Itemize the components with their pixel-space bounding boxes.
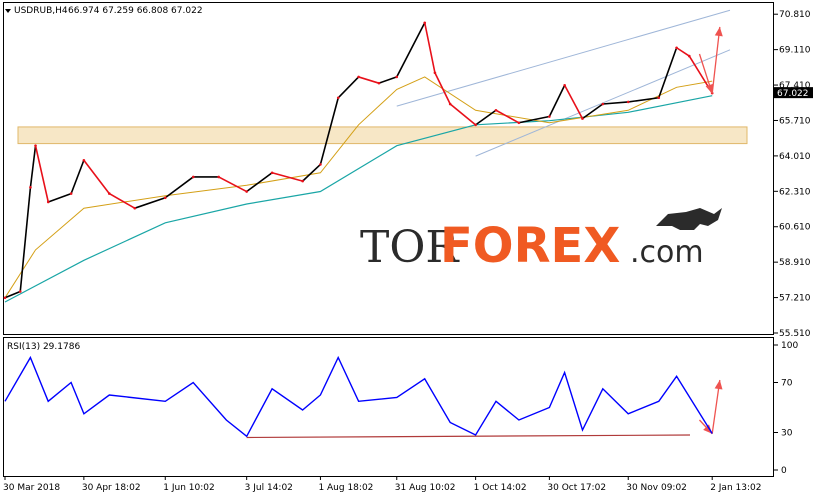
price-point — [563, 83, 566, 87]
rsi-header: RSI(13) 29.1786 — [7, 342, 80, 352]
price-point — [319, 163, 322, 166]
price-point — [377, 81, 381, 85]
price-point — [448, 102, 452, 106]
price-point — [301, 179, 304, 183]
rsi-tick-label: 100 — [781, 341, 798, 351]
rsi-panel — [3, 337, 774, 477]
price-y-axis: 70.81069.11067.41065.71064.01062.31060.6… — [774, 10, 811, 339]
price-tick-label: 55.510 — [779, 329, 811, 339]
price-point — [548, 115, 551, 118]
rsi-y-axis: 100 70 30 0 — [774, 341, 798, 476]
price-tick-label: 70.810 — [779, 10, 811, 20]
price-point — [601, 102, 605, 106]
price-point — [133, 206, 137, 210]
price-point — [69, 192, 73, 195]
price-point — [395, 75, 399, 79]
price-point — [657, 96, 661, 100]
price-point — [217, 175, 220, 179]
time-x-axis: 30 Mar 2018 30 Apr 18:02 1 Jun 10:02 3 Jul … — [3, 476, 761, 493]
rsi-tick-label: 30 — [781, 429, 793, 439]
price-point — [82, 158, 86, 162]
time-tick-label: 1 Aug 18:02 — [318, 483, 373, 493]
current-price-tag: 67.022 — [774, 87, 813, 99]
price-point — [581, 117, 584, 120]
price-point — [270, 171, 274, 175]
ohlc-values: 66.974 67.259 66.808 67.022 — [68, 6, 203, 16]
time-tick-label: 1 Jun 10:02 — [163, 483, 214, 493]
time-tick-label: 3 Jul 14:02 — [245, 483, 293, 493]
price-point — [107, 192, 111, 195]
rsi-tick-label: 0 — [781, 466, 787, 476]
time-tick-label: 30 Oct 17:02 — [547, 483, 606, 493]
price-tick-label: 60.610 — [779, 223, 811, 233]
time-tick-label: 2 Jan 13:02 — [710, 483, 761, 493]
price-point — [494, 108, 498, 112]
price-point — [626, 100, 630, 104]
price-tick-label: 57.210 — [779, 294, 811, 304]
time-tick-label: 31 Aug 10:02 — [395, 483, 456, 493]
price-point — [191, 175, 195, 179]
price-point — [29, 186, 32, 189]
watermark-com: .com — [630, 235, 704, 270]
price-tick-label: 64.010 — [779, 152, 811, 162]
price-point — [336, 96, 340, 100]
price-point — [433, 71, 437, 75]
price-point — [357, 75, 360, 79]
price-point — [3, 296, 7, 300]
price-point — [517, 121, 521, 125]
price-point — [46, 200, 50, 204]
price-panel — [3, 2, 774, 335]
price-tick-label: 62.310 — [779, 187, 811, 197]
price-point — [675, 46, 678, 50]
price-point — [245, 190, 248, 193]
usdrub-chart: TOR FOREX .com 70.81069.11067.41065.7106… — [3, 2, 813, 493]
time-tick-label: 30 Mar 2018 — [3, 483, 60, 493]
current-price-label: 67.022 — [777, 89, 809, 99]
time-tick-label: 1 Oct 14:02 — [474, 483, 527, 493]
price-tick-label: 65.710 — [779, 116, 811, 126]
support-zone-layer — [17, 126, 748, 145]
time-tick-label: 30 Nov 09:02 — [626, 483, 687, 493]
rsi-tick-label: 70 — [781, 379, 793, 389]
price-point — [474, 123, 477, 127]
price-tick-label: 58.910 — [779, 258, 811, 268]
price-point — [687, 54, 691, 58]
price-point — [423, 21, 427, 25]
time-tick-label: 30 Apr 18:02 — [82, 483, 141, 493]
support-zone — [17, 126, 748, 145]
price-point — [34, 144, 37, 147]
price-point — [18, 290, 22, 293]
watermark-forex: FOREX — [440, 218, 620, 274]
price-tick-label: 69.110 — [779, 46, 811, 56]
symbol-header: USDRUB,H4 66.974 67.259 66.808 67.022 — [5, 6, 203, 16]
symbol-label: USDRUB,H4 — [14, 6, 68, 16]
price-point — [163, 196, 167, 200]
